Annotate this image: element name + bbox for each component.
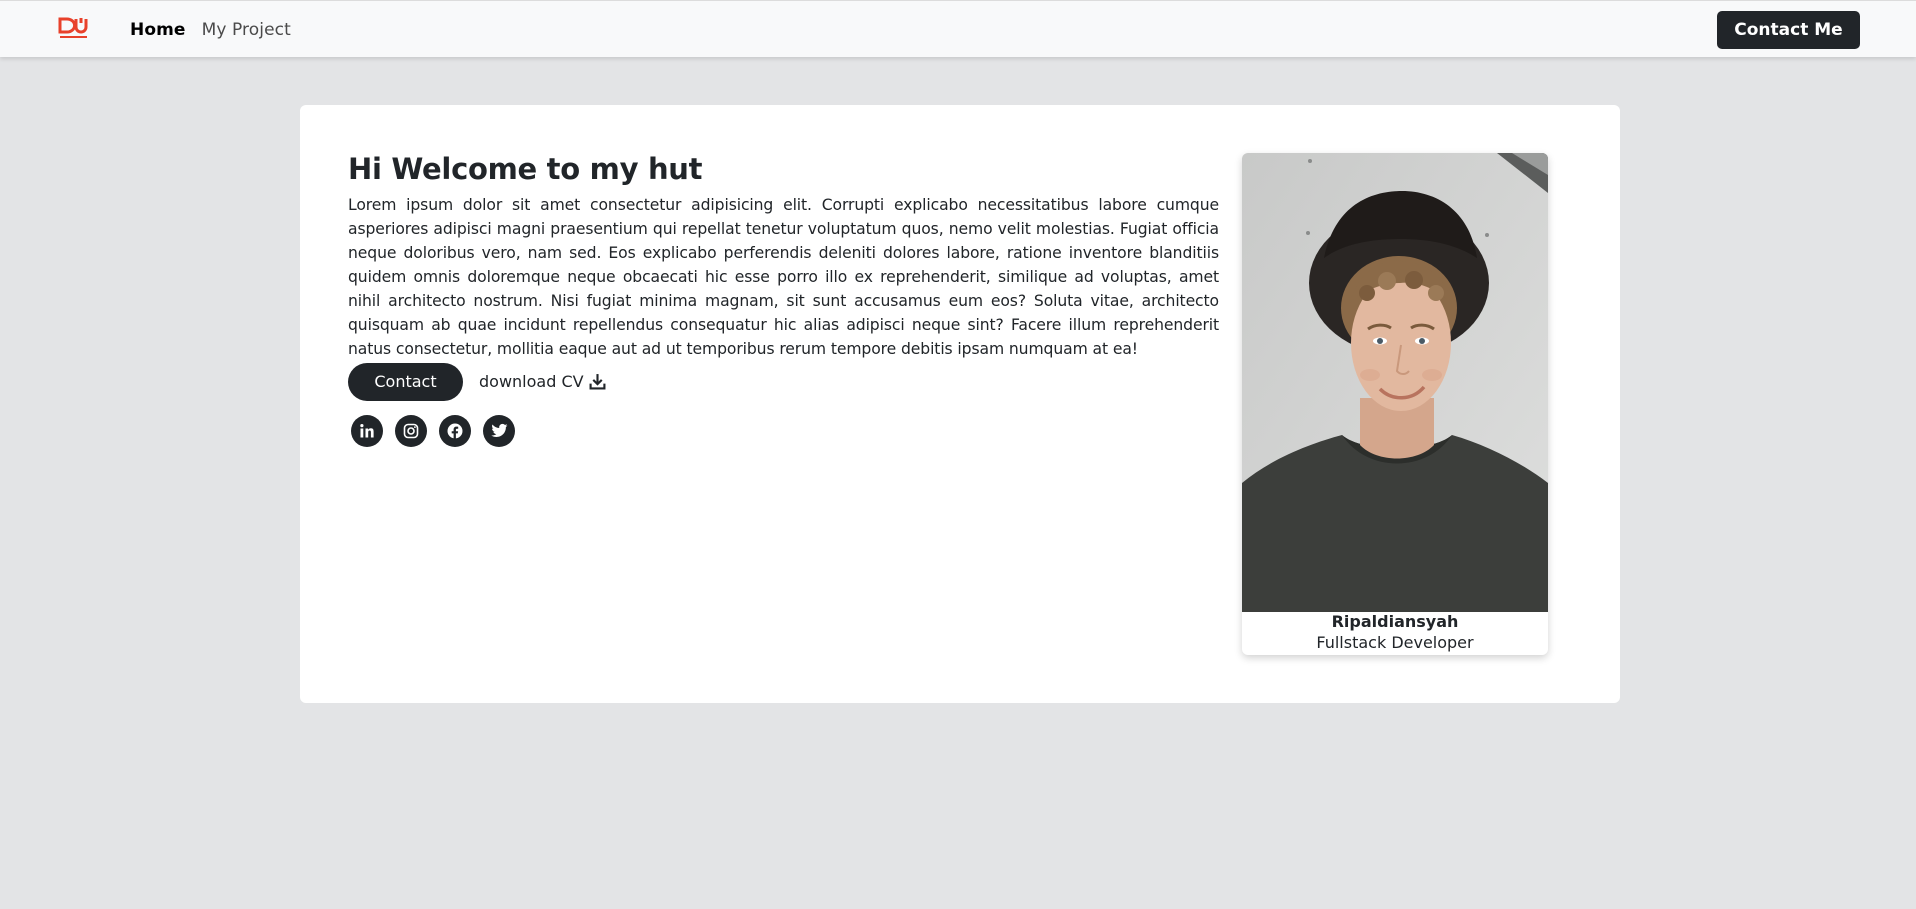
profile-photo [1242, 153, 1548, 612]
social-links [351, 414, 1219, 447]
profile-card: Ripaldiansyah Fullstack Developer [1242, 153, 1548, 655]
nav-links: Home My Project [130, 1, 291, 58]
instagram-button[interactable] [395, 414, 427, 447]
hero-actions: Contact download CV [348, 362, 1219, 401]
facebook-button[interactable] [439, 414, 471, 447]
profile-role: Fullstack Developer [1316, 633, 1474, 652]
linkedin-icon [360, 423, 374, 438]
facebook-icon [447, 423, 463, 439]
navbar: Home My Project Contact Me [0, 0, 1916, 57]
profile-name: Ripaldiansyah [1331, 612, 1459, 631]
download-icon [589, 374, 606, 390]
instagram-icon [403, 423, 419, 439]
twitter-button[interactable] [483, 414, 515, 447]
nav-link-home[interactable]: Home [130, 20, 186, 40]
contact-me-button[interactable]: Contact Me [1717, 11, 1860, 49]
hero-card: Hi Welcome to my hut Lorem ipsum dolor s… [300, 105, 1620, 703]
download-cv-link[interactable]: download CV [479, 372, 606, 391]
du-logo-icon[interactable] [58, 17, 90, 41]
page-title: Hi Welcome to my hut [348, 152, 703, 186]
download-cv-label: download CV [479, 372, 584, 392]
intro-section: Hi Welcome to my hut Lorem ipsum dolor s… [348, 152, 1219, 447]
linkedin-button[interactable] [351, 414, 383, 447]
nav-link-my-project[interactable]: My Project [202, 20, 291, 40]
intro-paragraph: Lorem ipsum dolor sit amet consectetur a… [348, 195, 1219, 358]
contact-button[interactable]: Contact [348, 362, 463, 401]
twitter-icon [490, 424, 507, 438]
